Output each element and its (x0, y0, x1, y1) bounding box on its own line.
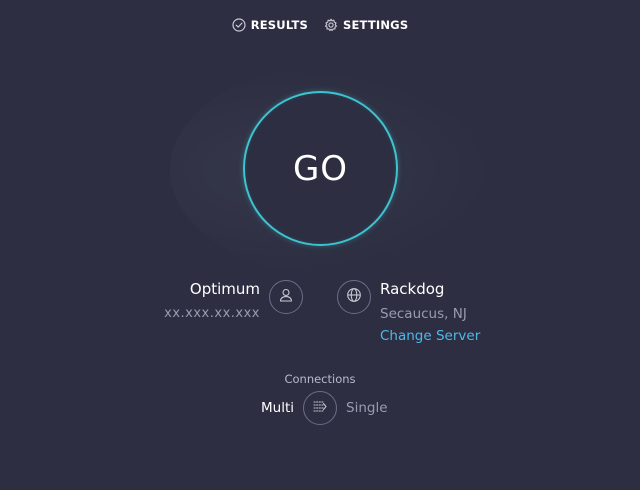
server-name: Rackdog (380, 280, 445, 298)
change-server-link[interactable]: Change Server (380, 328, 480, 344)
go-button-label: GO (292, 148, 349, 189)
go-button[interactable]: GO (243, 91, 398, 246)
server-icon-circle[interactable] (337, 280, 371, 314)
gear-icon (324, 18, 338, 32)
provider-name: Optimum (189, 280, 260, 298)
settings-nav-label: SETTINGS (342, 18, 409, 32)
provider-icon-circle (269, 280, 303, 314)
globe-icon (346, 287, 362, 307)
provider-ip: xx.xxx.xx.xxx (164, 306, 260, 321)
connections-label: Connections (284, 372, 356, 386)
server-location: Secaucus, NJ (380, 306, 467, 322)
speedtest-page: RESULTS SETTINGS GO Optimum xx.xxx.xx.xx… (0, 0, 640, 490)
results-nav-label: RESULTS (250, 18, 308, 32)
connections-toggle[interactable] (303, 391, 337, 425)
multi-connection-arrows-icon (312, 398, 328, 418)
connections-multi-option[interactable]: Multi (261, 400, 294, 416)
go-button-wrapper: GO (243, 91, 398, 246)
connections-single-option[interactable]: Single (346, 400, 388, 416)
results-nav-button[interactable]: RESULTS (232, 18, 308, 32)
settings-nav-button[interactable]: SETTINGS (324, 18, 408, 32)
top-nav: RESULTS SETTINGS (0, 14, 640, 36)
check-circle-icon (232, 18, 246, 32)
user-icon (278, 287, 294, 307)
